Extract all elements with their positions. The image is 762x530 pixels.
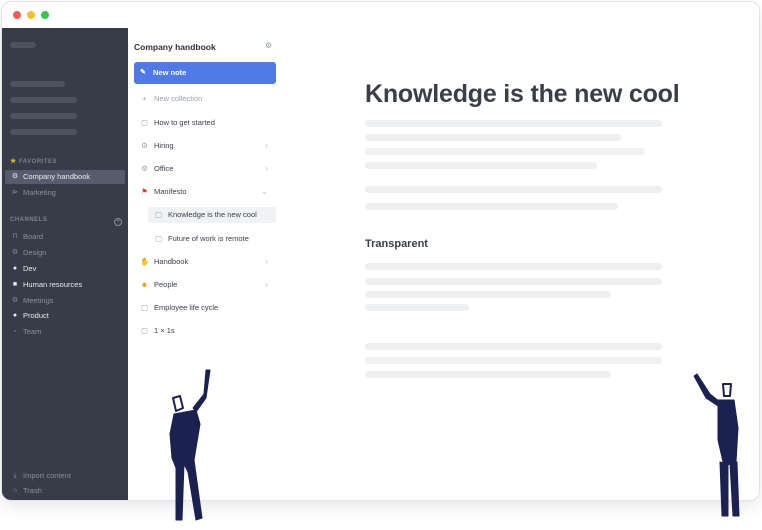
lock-icon: ⊓ bbox=[12, 233, 18, 240]
doc-employee-life-cycle[interactable]: ▢ Employee life cycle bbox=[134, 300, 276, 316]
text-placeholder bbox=[365, 120, 662, 127]
import-content-button[interactable]: ⤓ Import content bbox=[5, 469, 125, 483]
dot-icon: ● bbox=[12, 312, 18, 319]
collection-people[interactable]: ☻ People › bbox=[134, 277, 276, 293]
nav-placeholder bbox=[10, 97, 77, 103]
text-placeholder bbox=[365, 148, 645, 155]
lock-icon: ■ bbox=[12, 281, 18, 288]
collection-title: Company handbook bbox=[134, 42, 216, 52]
sidebar-item-product[interactable]: ● Product bbox=[5, 309, 125, 323]
collection-hiring[interactable]: ⚙ Hiring › bbox=[134, 138, 276, 154]
section-heading[interactable]: Transparent bbox=[365, 238, 428, 250]
channels-heading: CHANNELS bbox=[10, 217, 48, 223]
sidebar-item-design[interactable]: ⚙ Design bbox=[5, 246, 125, 260]
nav-placeholder bbox=[10, 113, 77, 119]
workspace-name-placeholder bbox=[10, 42, 36, 48]
nav-placeholder bbox=[10, 129, 77, 135]
collection-handbook[interactable]: ✋ Handbook › bbox=[134, 254, 276, 270]
new-collection-button[interactable]: + New collection bbox=[134, 91, 276, 107]
document-icon: ▢ bbox=[140, 303, 149, 312]
chevron-down-icon[interactable]: ⌄ bbox=[261, 184, 268, 200]
plus-icon: + bbox=[142, 94, 147, 103]
text-placeholder bbox=[365, 371, 611, 378]
text-placeholder bbox=[365, 263, 662, 270]
doc-knowledge-is-the-new-cool[interactable]: ▢ Knowledge is the new cool bbox=[148, 207, 276, 223]
chevron-right-icon[interactable]: › bbox=[265, 138, 268, 154]
favorites-heading: ★ FAVORITES bbox=[10, 158, 58, 165]
text-placeholder bbox=[365, 304, 469, 311]
text-placeholder bbox=[365, 343, 662, 350]
handshake-icon: ✋ bbox=[140, 257, 150, 266]
gear-icon: ⚙ bbox=[11, 249, 19, 256]
dot-icon: ● bbox=[12, 265, 18, 272]
nav-placeholder bbox=[10, 81, 65, 87]
text-placeholder bbox=[365, 162, 597, 169]
zoom-window-button[interactable] bbox=[41, 11, 49, 19]
doc-how-to-get-started[interactable]: ▢ How to get started bbox=[134, 115, 276, 131]
edit-icon: ✎ bbox=[140, 69, 146, 76]
document-title[interactable]: Knowledge is the new cool bbox=[365, 80, 680, 109]
text-placeholder bbox=[365, 186, 662, 193]
sidebar-item-team[interactable]: ▫ Team bbox=[5, 325, 125, 339]
gear-icon: ⚙ bbox=[11, 297, 19, 304]
trash-icon: ⌂ bbox=[12, 487, 18, 494]
sidebar-item-dev[interactable]: ● Dev bbox=[5, 262, 125, 276]
text-placeholder bbox=[365, 134, 621, 141]
minimize-window-button[interactable] bbox=[27, 11, 35, 19]
document-icon: ▢ bbox=[140, 118, 149, 127]
collection-office[interactable]: ⚙ Office › bbox=[134, 161, 276, 177]
sidebar-item-company-handbook[interactable]: ⚙ Company handbook bbox=[5, 170, 125, 184]
text-placeholder bbox=[365, 278, 662, 285]
people-icon: ☻ bbox=[140, 280, 149, 289]
chevron-right-icon[interactable]: › bbox=[265, 254, 268, 270]
sidebar-item-board[interactable]: ⊓ Board bbox=[5, 230, 125, 244]
gear-icon: ⚙ bbox=[141, 164, 148, 173]
chevron-right-icon[interactable]: › bbox=[265, 277, 268, 293]
close-window-button[interactable] bbox=[13, 11, 21, 19]
app-window: ★ FAVORITES ⚙ Company handbook ⊳ Marketi… bbox=[2, 2, 759, 500]
text-placeholder bbox=[365, 291, 611, 298]
sidebar-item-meetings[interactable]: ⚙ Meetings bbox=[5, 294, 125, 308]
box-icon: ▫ bbox=[13, 328, 17, 335]
text-placeholder bbox=[365, 203, 618, 210]
star-icon: ★ bbox=[10, 158, 17, 165]
doc-1x1s[interactable]: ▢ 1 × 1s bbox=[134, 323, 276, 339]
download-icon: ⤓ bbox=[13, 472, 17, 479]
document-icon: ▢ bbox=[154, 234, 163, 243]
chevron-right-icon[interactable]: › bbox=[265, 161, 268, 177]
collection-manifesto[interactable]: ⚑ Manifesto ⌄ bbox=[134, 184, 276, 200]
new-note-button[interactable]: ✎ New note bbox=[134, 62, 276, 84]
settings-icon[interactable]: ⚙ bbox=[265, 41, 272, 50]
add-channel-icon[interactable]: + bbox=[114, 218, 122, 226]
document-icon: ▢ bbox=[140, 326, 149, 335]
trash-button[interactable]: ⌂ Trash bbox=[5, 484, 125, 498]
gear-icon: ⚙ bbox=[141, 141, 148, 150]
sidebar-item-marketing[interactable]: ⊳ Marketing bbox=[5, 186, 125, 200]
sidebar: ★ FAVORITES ⚙ Company handbook ⊳ Marketi… bbox=[2, 28, 128, 500]
title-bar bbox=[2, 2, 759, 28]
share-icon: ⊳ bbox=[12, 189, 18, 196]
document-icon: ▢ bbox=[154, 210, 163, 219]
text-placeholder bbox=[365, 357, 662, 364]
doc-future-of-work-is-remote[interactable]: ▢ Future of work is remote bbox=[148, 231, 276, 247]
sidebar-item-human-resources[interactable]: ■ Human resources bbox=[5, 278, 125, 292]
waving-person-illustration bbox=[693, 373, 740, 517]
waving-person-illustration bbox=[169, 369, 211, 521]
gear-icon: ⚙ bbox=[11, 173, 19, 180]
flag-icon: ⚑ bbox=[141, 187, 148, 196]
